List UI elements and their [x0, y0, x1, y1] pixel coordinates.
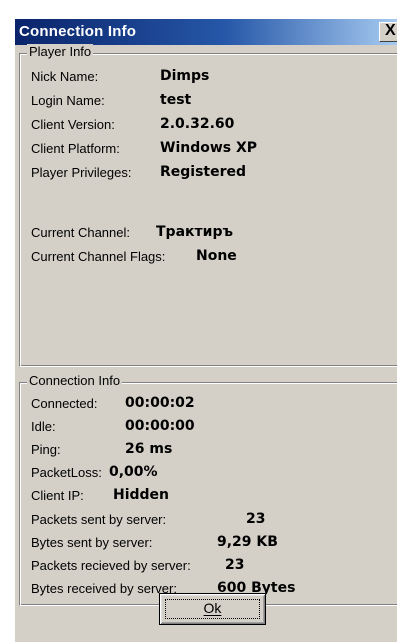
ok-button[interactable]: Ok — [159, 593, 266, 625]
idle-label: Idle: — [31, 419, 56, 434]
title-bar[interactable]: Connection Info X — [15, 19, 397, 45]
client-platform-value: Windows XP — [160, 140, 258, 156]
login-name-value: test — [160, 92, 192, 108]
packet-loss-label: PacketLoss: — [31, 465, 102, 480]
current-channel-label: Current Channel: — [31, 225, 130, 240]
window-title: Connection Info — [19, 23, 137, 40]
focus-rect — [165, 599, 260, 619]
ping-label: Ping: — [31, 442, 61, 457]
bytes-sent-label: Bytes sent by server: — [31, 535, 153, 550]
packets-sent-label: Packets sent by server: — [31, 512, 167, 527]
login-name-label: Login Name: — [31, 93, 105, 108]
client-version-value: 2.0.32.60 — [160, 116, 235, 132]
current-channel-flags-value: None — [196, 248, 237, 264]
ping-value: 26 ms — [125, 441, 173, 457]
idle-value: 00:00:00 — [125, 418, 195, 434]
connection-info-dialog: Connection Info X Player Info Nick Name:… — [13, 17, 397, 642]
player-info-legend: Player Info — [27, 44, 94, 59]
client-ip-label: Client IP: — [31, 488, 84, 503]
bytes-sent-value: 9,29 KB — [217, 534, 278, 550]
connection-info-legend: Connection Info — [27, 373, 123, 388]
current-channel-flags-label: Current Channel Flags: — [31, 249, 166, 264]
client-platform-label: Client Platform: — [31, 141, 120, 156]
client-ip-value: Hidden — [113, 487, 170, 503]
connected-label: Connected: — [31, 396, 98, 411]
nick-name-label: Nick Name: — [31, 69, 99, 84]
connected-value: 00:00:02 — [125, 395, 195, 411]
close-icon: X — [385, 22, 396, 39]
packets-received-value: 23 — [225, 557, 245, 573]
packet-loss-value: 0,00% — [109, 464, 158, 480]
nick-name-value: Dimps — [160, 68, 210, 84]
player-privileges-value: Registered — [160, 164, 247, 180]
player-privileges-label: Player Privileges: — [31, 165, 132, 180]
current-channel-value: Трактиръ — [156, 224, 233, 240]
client-version-label: Client Version: — [31, 117, 115, 132]
packets-received-label: Packets recieved by server: — [31, 558, 191, 573]
close-button[interactable]: X — [379, 22, 397, 42]
packets-sent-value: 23 — [246, 511, 266, 527]
bytes-received-label: Bytes received by server: — [31, 581, 177, 596]
